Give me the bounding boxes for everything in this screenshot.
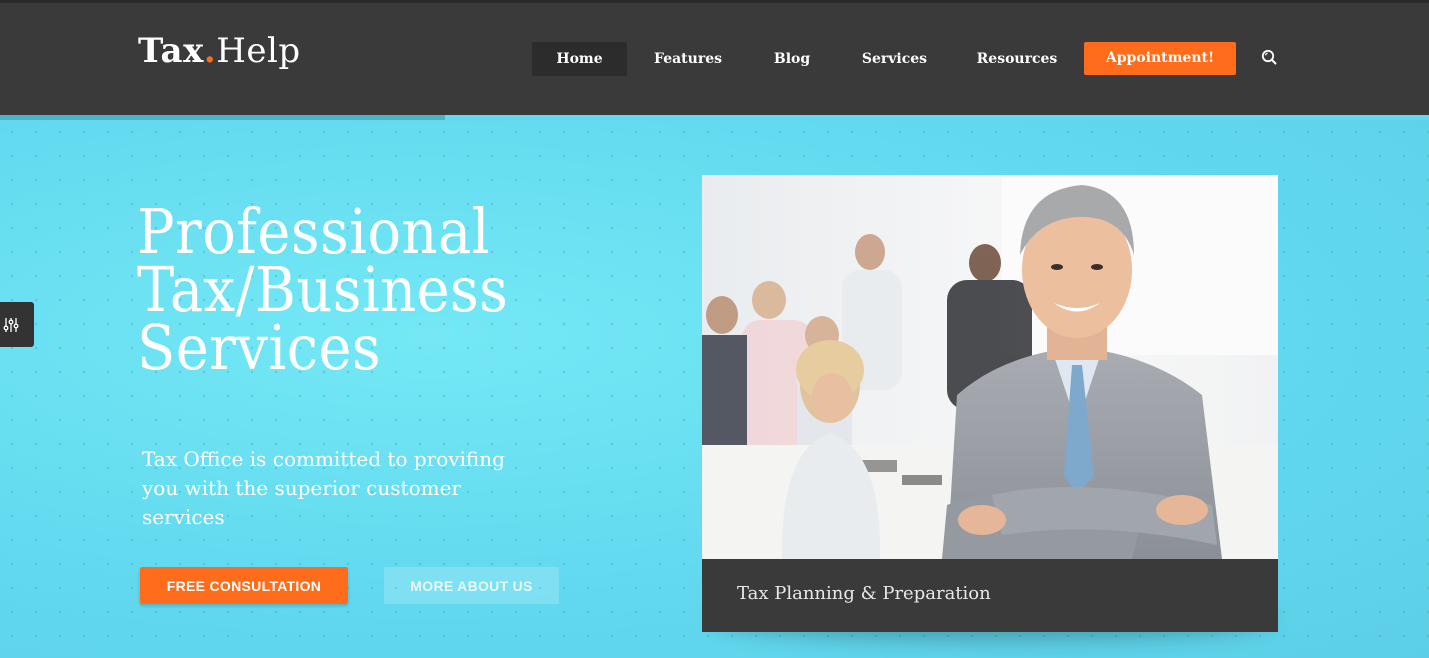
more-about-us-button[interactable]: MORE ABOUT US: [384, 567, 559, 604]
search-icon[interactable]: [1261, 49, 1277, 65]
hero-title-line: Services: [137, 311, 382, 384]
nav-blog[interactable]: Blog: [757, 42, 827, 76]
site-logo[interactable]: Tax.Help: [138, 31, 301, 71]
hero-subtitle: Tax Office is committed to provifing you…: [142, 447, 505, 529]
logo-word-light: Help: [216, 31, 301, 71]
nav-services[interactable]: Services: [852, 42, 937, 76]
nav-home[interactable]: Home: [532, 42, 627, 76]
site-header: Tax.Help Home Features Blog Services Res…: [0, 0, 1429, 115]
appointment-button[interactable]: Appointment!: [1084, 42, 1236, 75]
team-photo: [702, 175, 1278, 559]
free-consultation-button[interactable]: FREE CONSULTATION: [140, 567, 348, 604]
service-card[interactable]: Tax Planning & Preparation: [702, 175, 1278, 632]
card-caption-text: Tax Planning & Preparation: [737, 583, 991, 604]
logo-dot: .: [203, 31, 217, 71]
logo-word-bold: Tax: [138, 31, 204, 71]
nav-features[interactable]: Features: [643, 42, 733, 76]
style-switcher-tab[interactable]: [0, 302, 34, 347]
sliders-icon: [3, 318, 19, 332]
hero-title: Professional Tax/Business Services: [137, 201, 657, 384]
nav-resources[interactable]: Resources: [968, 42, 1066, 76]
card-caption: Tax Planning & Preparation: [702, 559, 1278, 632]
